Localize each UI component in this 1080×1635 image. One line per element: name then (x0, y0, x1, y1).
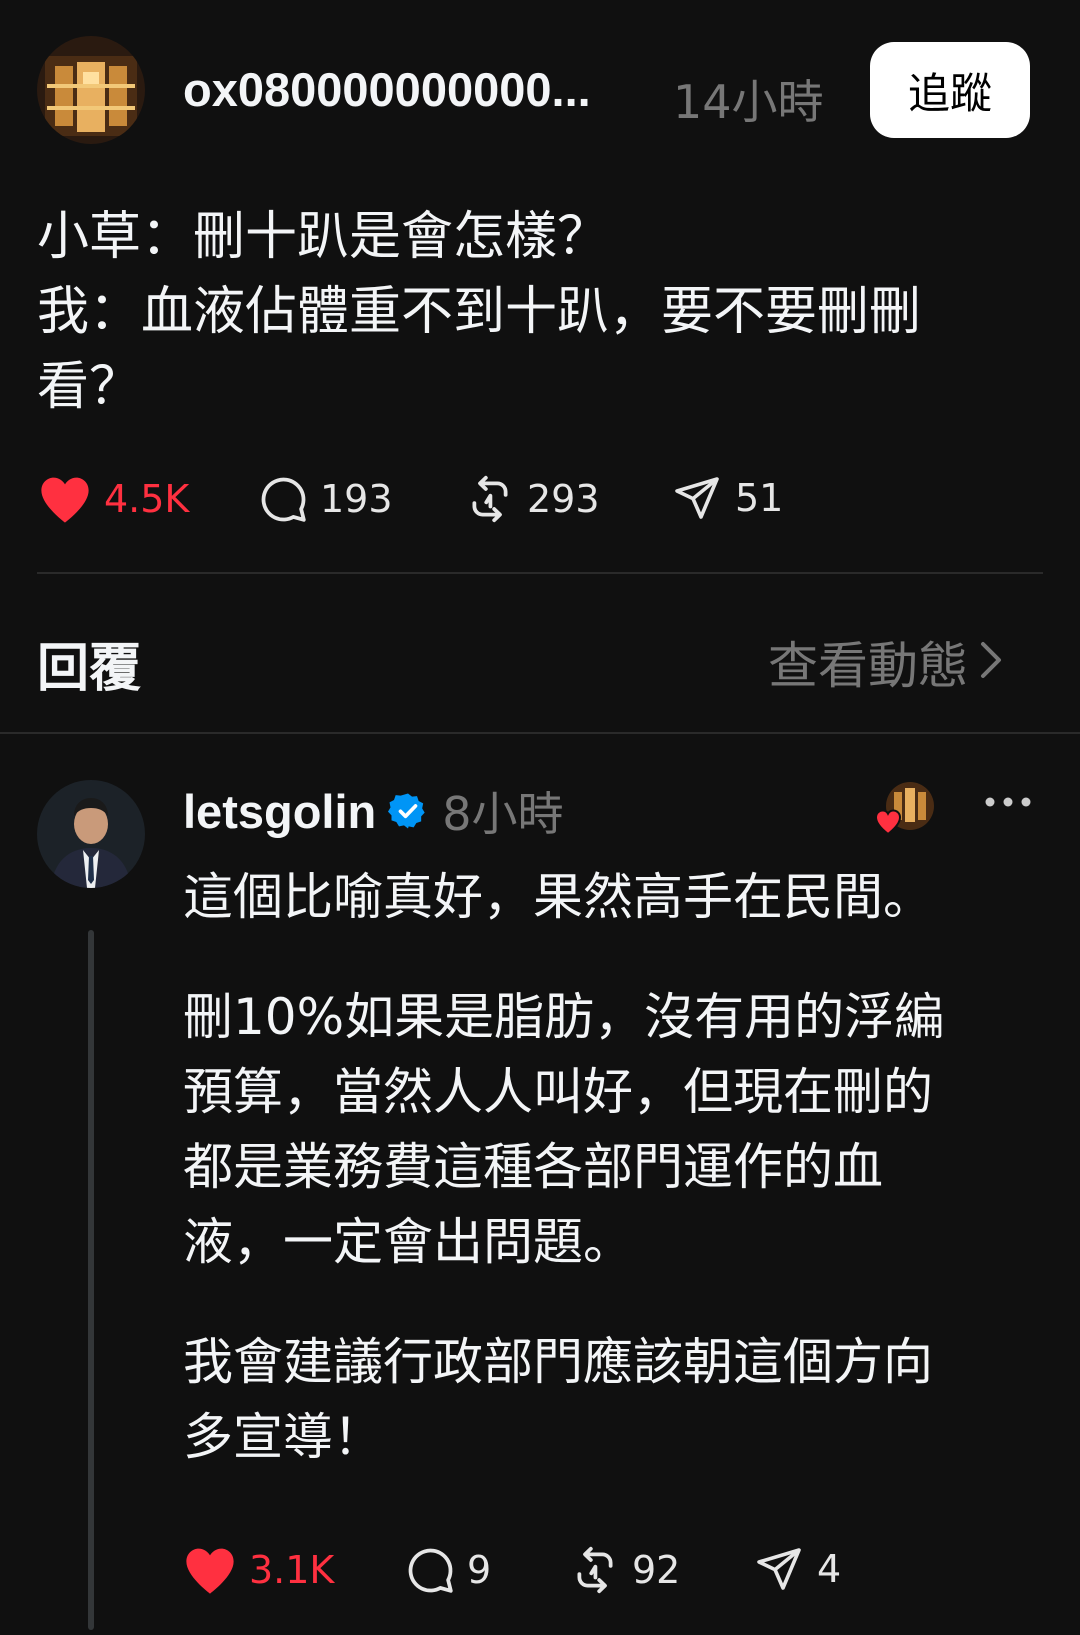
comment-icon (405, 1545, 455, 1595)
reply-text-line: 這個比喻真好，果然高手在民間。 (183, 868, 933, 926)
post-author-username[interactable]: ox080000000000... (183, 62, 591, 117)
heart-icon (183, 1545, 237, 1595)
reply-text-line: 預算，當然人人叫好，但現在刪的 (183, 1063, 933, 1121)
post-text-line: 我：血液佔體重不到十趴，要不要刪刪 (37, 282, 922, 342)
like-count: 4.5K (104, 477, 190, 521)
view-activity-link[interactable]: 查看動態 (768, 626, 1004, 698)
post-body: 小草：刪十趴是會怎樣？ 我：血液佔體重不到十趴，要不要刪刪 看？ (37, 200, 1037, 425)
share-icon (755, 1545, 803, 1593)
share-icon (673, 474, 721, 522)
reply-timestamp: 8小時 (442, 787, 564, 841)
reply-text-line: 我會建議行政部門應該朝這個方向 (183, 1333, 933, 1391)
divider (0, 732, 1080, 734)
reply-text-line: 刪10%如果是脂肪，沒有用的浮編 (183, 988, 945, 1046)
reply-share-button[interactable]: 4 (755, 1545, 841, 1593)
reply-comment-count: 9 (467, 1548, 492, 1592)
comment-count: 193 (320, 477, 393, 521)
post-text-line: 小草：刪十趴是會怎樣？ (37, 207, 610, 267)
follow-button[interactable]: 追蹤 (870, 42, 1030, 138)
reply-repost-button[interactable]: 92 (570, 1545, 680, 1595)
reply-like-count: 3.1K (249, 1548, 335, 1592)
more-icon[interactable] (982, 790, 1034, 814)
post-author-avatar[interactable] (37, 36, 145, 144)
comment-icon (258, 474, 308, 524)
thread-line (88, 930, 94, 1630)
reply-author-username[interactable]: letsgolin (183, 784, 376, 839)
repost-icon (465, 474, 515, 524)
share-count: 51 (735, 476, 784, 520)
reply-repost-count: 92 (632, 1548, 681, 1592)
repost-button[interactable]: 293 (465, 474, 600, 524)
reply-body: 這個比喻真好，果然高手在民間。 刪10%如果是脂肪，沒有用的浮編 預算，當然人人… (183, 860, 1063, 1475)
reply-text-line: 液，一定會出問題。 (183, 1213, 633, 1271)
comment-button[interactable]: 193 (258, 474, 393, 524)
reply-share-count: 4 (817, 1547, 842, 1591)
view-activity-label: 查看動態 (768, 637, 968, 695)
heart-icon (38, 474, 92, 524)
replies-heading: 回覆 (37, 639, 142, 699)
reply-comment-button[interactable]: 9 (405, 1545, 491, 1595)
repost-icon (570, 1545, 620, 1595)
chevron-right-icon (978, 639, 1004, 685)
divider (37, 572, 1043, 574)
reply-author[interactable]: letsgolin 8小時 (183, 778, 564, 844)
share-button[interactable]: 51 (673, 474, 783, 522)
repost-count: 293 (527, 477, 600, 521)
post-text-line: 看？ (37, 357, 142, 417)
reply-author-avatar[interactable] (37, 780, 145, 888)
like-button[interactable]: 4.5K (38, 474, 189, 524)
post-timestamp: 14小時 (673, 75, 824, 129)
reply-text-line: 多宣導！ (183, 1408, 383, 1466)
liked-by-avatar (872, 780, 934, 836)
verified-icon (388, 791, 428, 831)
reply-text-line: 都是業務費這種各部門運作的血 (183, 1138, 883, 1196)
reply-like-button[interactable]: 3.1K (183, 1545, 334, 1595)
